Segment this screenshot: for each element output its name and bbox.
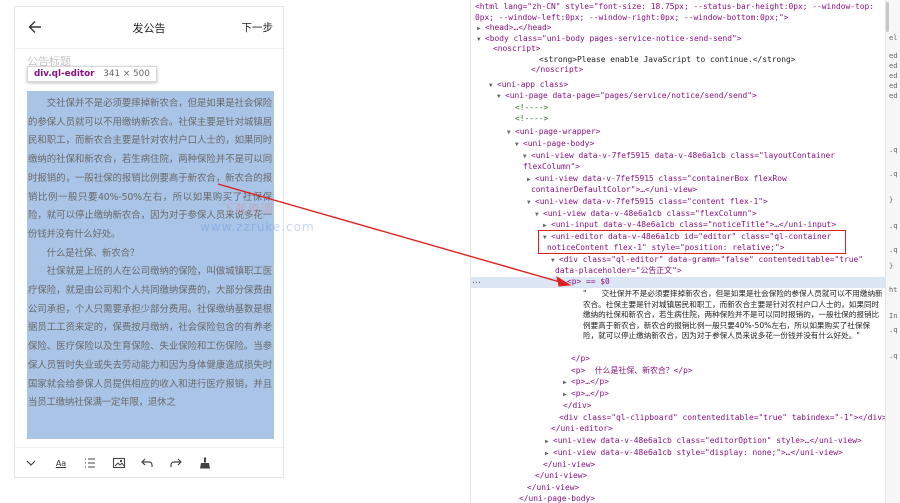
list-icon[interactable] [82,455,98,471]
undo-icon[interactable] [139,455,155,471]
text-format-label: Aa [55,458,67,468]
dom-node-selected-p[interactable]: ▼ <p> == $0 [471,277,885,288]
editor-toolbar: Aa [15,447,283,477]
dom-node[interactable]: ▼ <uni-page data-page="pages/service/noti… [471,91,885,102]
annotation-highlight-box [538,230,846,254]
dom-node[interactable]: </p> [471,354,885,365]
dom-node: containerDefaultColor">…</uni-view> [531,185,698,194]
dom-node[interactable]: <p> 什么是社保、新农合？</p> [471,366,885,377]
dom-node[interactable]: ▼ <uni-app class> [471,80,885,91]
redo-icon[interactable] [168,455,184,471]
scrollbar[interactable] [886,2,889,32]
image-icon[interactable] [111,455,127,471]
editor-paragraph: 交社保并不是必须要摔掉新农合，但是如果是社会保险的参保人员就可以不用缴纳新农合。… [28,98,272,240]
dom-node: data-placeholder="公告正文"> [555,266,682,275]
dom-node[interactable]: ▶ <p>…</p> [471,389,885,400]
editor-paragraph: 社保就是上班的人在公司缴纳的保险，叫做城镇职工医疗保险，就是由公司和个人共同缴纳… [28,266,272,409]
dom-node[interactable]: <div class="ql-clipboard" contenteditabl… [471,413,885,424]
dom-node[interactable]: ▶ <uni-view data-v-7fef5915 class="contai… [471,174,885,185]
dom-node[interactable]: </uni-view> [471,483,885,494]
dom-node[interactable]: ▼ <uni-view data-v-7fef5915 data-v-48e6a1… [471,151,885,162]
dom-node: <strong>Please enable JavaScript to cont… [539,54,796,64]
dom-node[interactable]: ▼ <div class="ql-editor" data-gramm="fals… [471,255,885,266]
dom-node[interactable]: ▼ <uni-page-body> [471,139,885,150]
dom-node[interactable]: ▶ <uni-view data-v-48e6a1cb style="displa… [471,448,885,459]
text-node: " 交社保并不是必须要摔掉新农合，但是如果是社会保险的参保人员就可以不用缴纳新农… [583,289,883,341]
dom-node[interactable]: <noscript> [471,44,885,55]
dom-node[interactable]: ▶ <uni-input data-v-48e6a1cb class="notic… [471,220,885,231]
dom-node[interactable]: </noscript> [471,65,885,76]
chevron-down-icon[interactable] [23,455,39,471]
dom-node[interactable]: </uni-editor> [471,424,885,435]
dom-node[interactable]: ▼ <uni-view data-v-48e6a1cb class="flexCo… [471,209,885,220]
dom-node[interactable]: ▼ <uni-view data-v-7fef5915 class="conten… [471,197,885,208]
dom-node[interactable]: </uni-page-body> [471,494,885,503]
notice-content-editor[interactable]: 交社保并不是必须要摔掉新农合，但是如果是社会保险的参保人员就可以不用缴纳新农合。… [27,91,274,439]
tooltip-selector: div.ql-editor [34,69,95,79]
dom-node[interactable]: </uni-view> [471,460,885,471]
dom-node[interactable]: ▶ <head>…</head> [471,23,885,34]
clear-format-icon[interactable] [197,455,213,471]
dom-node: <!----> [515,114,549,123]
node-ellipsis[interactable]: … [472,276,481,286]
dom-node[interactable]: ▶ <p>…</p> [471,377,885,388]
dom-node[interactable]: </uni-view> [471,471,885,482]
editor-paragraph: 什么是社保、新农合？ [46,247,140,259]
dom-node: <!----> [515,103,549,112]
dom-node[interactable]: ▼ <uni-page-wrapper> [471,127,885,138]
nav-bar: 发公告 下一步 [15,7,283,49]
tooltip-dimensions: 341 × 500 [103,69,150,79]
dom-node[interactable]: <html lang="zh-CN" style="font-size: 18.… [471,2,885,13]
dom-node[interactable]: ▼ <body class="uni-body pages-service-not… [471,34,885,45]
dom-node: 0px; --window-left:0px; --window-right:0… [475,12,789,22]
dom-node[interactable]: </div> [471,401,885,412]
styles-sidebar-collapsed: el ed ed ed ed ed .q .q } .q .q } ht In … [885,0,900,503]
text-format-button[interactable]: Aa [53,455,69,471]
dom-node[interactable]: ▶ <uni-view data-v-48e6a1cb class="editor… [471,436,885,447]
element-inspect-tooltip: div.ql-editor 341 × 500 [27,66,157,82]
dom-node: flexColumn"> [523,162,581,171]
next-step-button[interactable]: 下一步 [242,20,274,35]
